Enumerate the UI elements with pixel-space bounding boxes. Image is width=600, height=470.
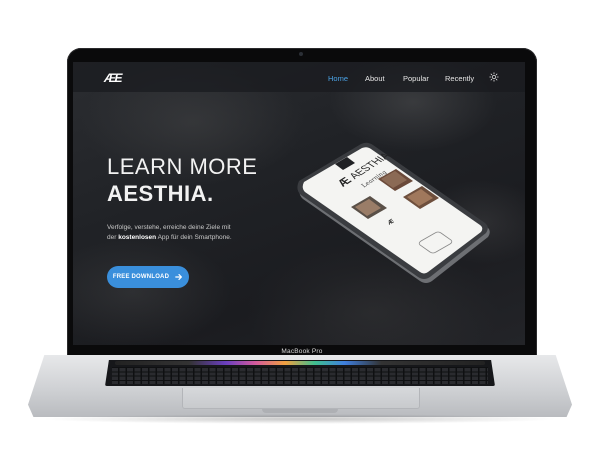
- laptop-screen: ÆE Home About Popular Recently LEARN MOR…: [73, 62, 525, 345]
- arrow-right-icon: [175, 274, 183, 280]
- hero-description: Verfolge, verstehe, erreiche deine Ziele…: [107, 223, 237, 243]
- camera-icon: [299, 52, 303, 56]
- laptop-model-label: MacBook Pro: [281, 348, 323, 355]
- navbar: ÆE Home About Popular Recently: [73, 62, 525, 92]
- hero-title: LEARN MORE AESTHIA.: [107, 153, 257, 207]
- touch-bar: [115, 361, 485, 365]
- nav-home[interactable]: Home: [328, 74, 348, 83]
- base-notch: [262, 409, 338, 413]
- keyboard-keys: [112, 367, 488, 384]
- nav-recently[interactable]: Recently: [445, 74, 474, 83]
- logo[interactable]: ÆE: [104, 71, 123, 85]
- free-download-button[interactable]: FREE DOWNLOAD: [107, 266, 189, 288]
- hero-title-line2: AESTHIA.: [107, 181, 214, 206]
- download-button-label: FREE DOWNLOAD: [112, 274, 170, 280]
- laptop-shadow: [40, 414, 560, 424]
- desc-text-2: App für dein Smartphone.: [156, 234, 232, 241]
- phone-mockup: Æ AESTHIA Learning Æ: [297, 142, 490, 283]
- sun-icon[interactable]: [489, 72, 499, 82]
- desc-bold: kostenlosen: [118, 234, 157, 241]
- trackpad: [182, 388, 420, 409]
- nav-popular[interactable]: Popular: [403, 74, 429, 83]
- hero-title-line1: LEARN MORE: [107, 154, 258, 179]
- nav-about[interactable]: About: [365, 74, 385, 83]
